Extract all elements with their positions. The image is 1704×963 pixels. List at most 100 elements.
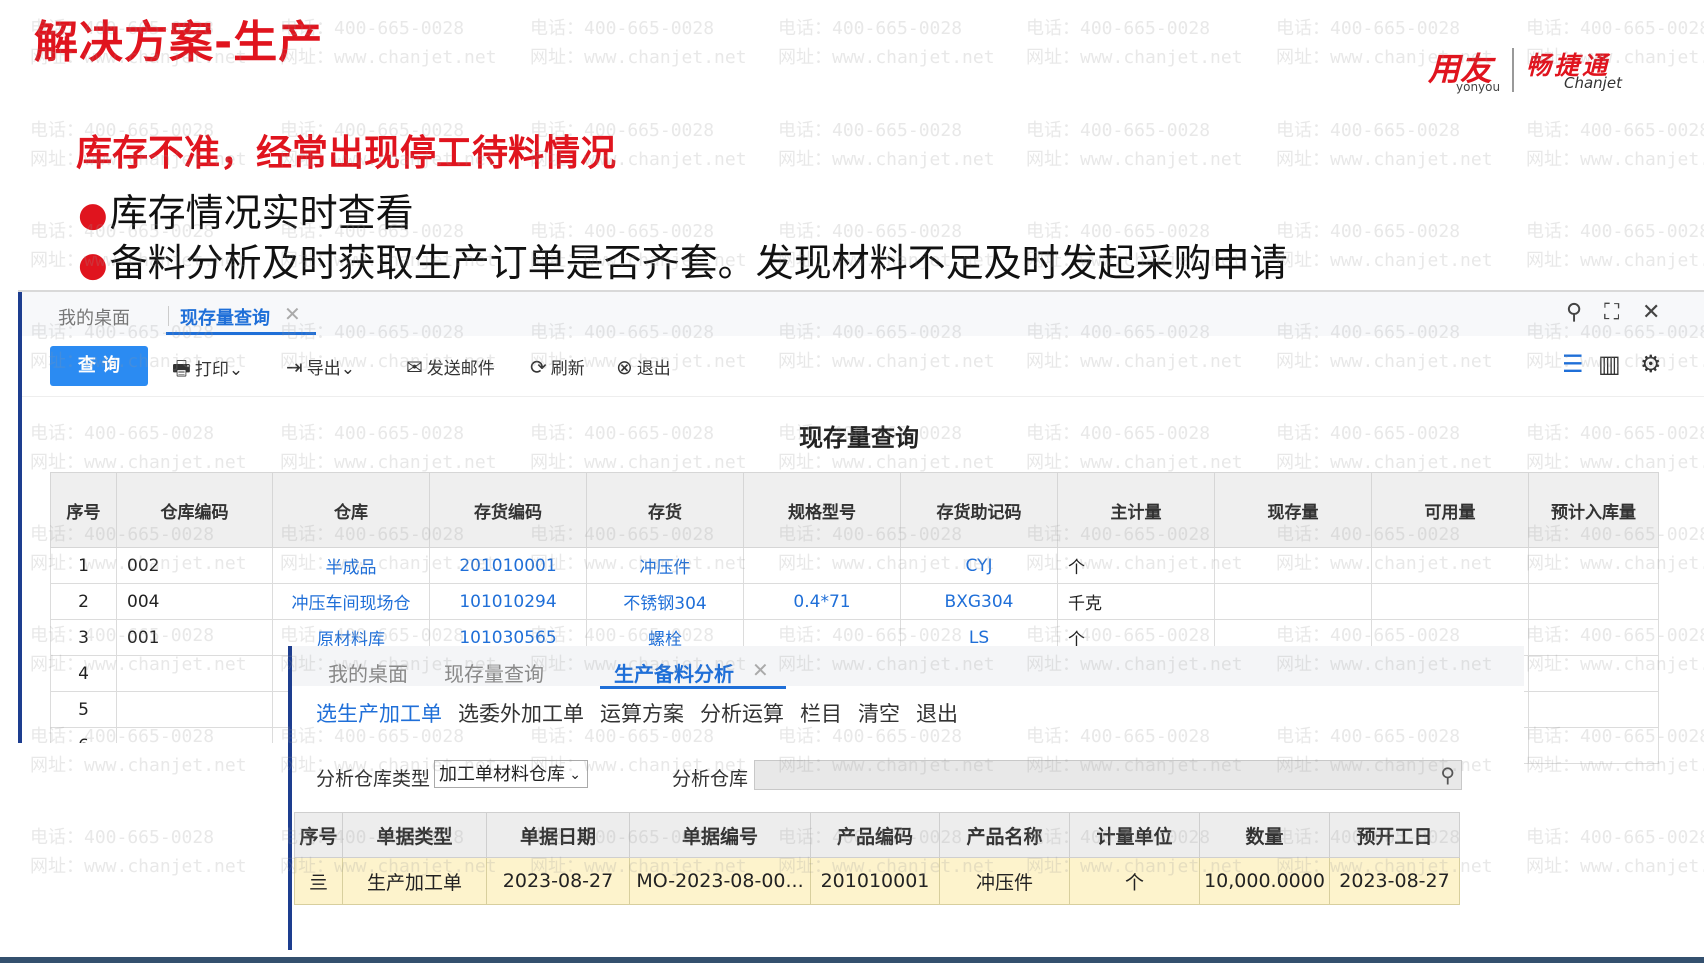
tab-close-icon[interactable]: ✕ xyxy=(284,302,301,326)
tab-desktop[interactable]: 我的桌面 xyxy=(328,658,408,687)
clear-menu[interactable]: 清空 xyxy=(858,702,900,726)
analysis-run-menu[interactable]: 分析运算 xyxy=(700,702,784,726)
bullet-dot-icon: ● xyxy=(78,195,108,235)
cell-doc-type: 生产加工单 xyxy=(342,857,487,905)
column-header[interactable]: 计量单位 xyxy=(1069,812,1200,858)
watermark-text: 电话：400-665-0028网址：www.chanjet.net xyxy=(778,120,995,170)
table-row[interactable]: 1 002 半成品 201010001 冲压件 CYJ 个 xyxy=(50,547,1659,584)
cell-item-link[interactable]: 不锈钢304 xyxy=(586,583,744,620)
table-header-row: 序号 仓库编码 仓库 存货编码 存货 规格型号 存货助记码 主计量 现存量 可用… xyxy=(50,472,1659,548)
export-label: 导出 xyxy=(306,359,341,379)
tab-bar: 我的桌面 现存量查询 生产备料分析 ✕ xyxy=(292,646,1524,689)
select-production-order-menu[interactable]: 选生产加工单 xyxy=(316,702,442,726)
column-header[interactable]: 单据编号 xyxy=(629,812,811,858)
cell-warehouse-code xyxy=(116,691,273,728)
watermark-text: 电话：400-665-0028网址：www.chanjet.net xyxy=(1526,221,1704,271)
columns-menu[interactable]: 栏目 xyxy=(800,702,842,726)
bullet-text: 库存情况实时查看 xyxy=(109,191,414,235)
chevron-down-icon: ⌄ xyxy=(340,359,356,379)
tab-material-analysis[interactable]: 生产备料分析 xyxy=(614,658,734,687)
window-crop-mask xyxy=(0,743,288,957)
tab-inventory-query[interactable]: 现存量查询 xyxy=(444,658,544,687)
send-email-button[interactable]: ✉ 发送邮件 xyxy=(406,354,495,379)
column-header[interactable]: 序号 xyxy=(50,472,117,548)
cell-index: 1 xyxy=(50,547,117,584)
tab-desktop[interactable]: 我的桌面 xyxy=(58,304,130,330)
watermark-text: 电话：400-665-0028网址：www.chanjet.net xyxy=(778,18,995,68)
column-header[interactable]: 存货编码 xyxy=(429,472,587,548)
column-header[interactable]: 预计入库量 xyxy=(1528,472,1659,548)
cell-item-code-link[interactable]: 201010001 xyxy=(429,547,587,584)
column-header[interactable]: 数量 xyxy=(1199,812,1330,858)
tab-close-icon[interactable]: ✕ xyxy=(752,658,769,682)
chevron-down-icon: ⌄ xyxy=(569,767,581,783)
column-header[interactable]: 存货 xyxy=(586,472,744,548)
active-tab-indicator xyxy=(600,686,786,689)
cell-spec xyxy=(743,547,901,584)
warehouse-input[interactable]: ⚲ xyxy=(754,760,1462,790)
column-header[interactable]: 现存量 xyxy=(1214,472,1372,548)
cell-available xyxy=(1371,547,1529,584)
export-button[interactable]: ⇥ 导出⌄ xyxy=(286,354,355,379)
logo-divider xyxy=(1512,48,1514,92)
settings-icon[interactable]: ⚙ xyxy=(1640,350,1662,378)
cell-doc-number: MO-2023-08-00... xyxy=(629,857,811,905)
column-header[interactable]: 仓库 xyxy=(272,472,430,548)
column-header[interactable]: 单据日期 xyxy=(486,812,630,858)
list-view-icon[interactable]: ☰ xyxy=(1562,350,1584,378)
cell-warehouse-code: 001 xyxy=(116,619,273,656)
warehouse-type-select[interactable]: 加工单材料仓库 ⌄ xyxy=(434,760,588,788)
column-header[interactable]: 规格型号 xyxy=(743,472,901,548)
cell-product-code: 201010001 xyxy=(810,857,940,905)
query-button[interactable]: 查 询 xyxy=(50,346,148,386)
logo-brand-en: yonyou xyxy=(1456,80,1501,94)
bullet-dot-icon: ● xyxy=(78,245,108,285)
printer-icon: 🖶 xyxy=(172,356,191,380)
column-header[interactable]: 存货助记码 xyxy=(900,472,1058,548)
cell-index: 5 xyxy=(50,691,117,728)
cell-item-link[interactable]: 冲压件 xyxy=(586,547,744,584)
column-header[interactable]: 预开工日 xyxy=(1329,812,1460,858)
column-header[interactable]: 序号 xyxy=(294,812,343,858)
watermark-text: 电话：400-665-0028网址：www.chanjet.net xyxy=(1026,18,1243,68)
cell-unit: 千克 xyxy=(1057,583,1215,620)
production-material-analysis-window: 我的桌面 现存量查询 生产备料分析 ✕ 选生产加工单 选委外加工单 运算方案 分析运算… xyxy=(288,646,1524,950)
table-row[interactable]: 2 004 冲压车间现场仓 101010294 不锈钢304 0.4*71 BX… xyxy=(50,583,1659,620)
select-outsourcing-order-menu[interactable]: 选委外加工单 xyxy=(458,702,584,726)
window-accent-bar xyxy=(288,646,292,950)
exit-menu[interactable]: 退出 xyxy=(916,702,958,726)
column-header[interactable]: 产品名称 xyxy=(939,812,1070,858)
cell-mnemonic: BXG304 xyxy=(900,583,1058,620)
table-row[interactable]: 亖 生产加工单 2023-08-27 MO-2023-08-00... 2010… xyxy=(294,857,1460,905)
cell-warehouse-code: 002 xyxy=(116,547,273,584)
print-button[interactable]: 🖶 打印⌄ xyxy=(172,354,243,388)
chart-view-icon[interactable]: ▥ xyxy=(1598,350,1621,378)
watermark-text: 电话：400-665-0028网址：www.chanjet.net xyxy=(1276,221,1493,271)
action-menu: 选生产加工单 选委外加工单 运算方案 分析运算 栏目 清空 退出 xyxy=(316,698,974,728)
column-header[interactable]: 产品编码 xyxy=(810,812,940,858)
cell-index: 4 xyxy=(50,655,117,692)
mail-icon: ✉ xyxy=(406,355,423,379)
search-icon[interactable]: ⚲ xyxy=(1440,763,1455,787)
cell-item-code-link[interactable]: 101010294 xyxy=(429,583,587,620)
report-title: 现存量查询 xyxy=(799,424,919,452)
column-header[interactable]: 仓库编码 xyxy=(116,472,273,548)
close-icon[interactable]: ✕ xyxy=(1642,300,1660,325)
cell-warehouse-link[interactable]: 冲压车间现场仓 xyxy=(272,583,430,620)
tab-inventory-query[interactable]: 现存量查询 xyxy=(180,304,270,330)
bullet-item: ●库存情况实时查看 xyxy=(78,182,414,237)
calculation-plan-menu[interactable]: 运算方案 xyxy=(600,702,684,726)
yonyou-chanjet-logo: 用友 yonyou 畅捷通 Chanjet xyxy=(1428,42,1638,98)
column-header[interactable]: 可用量 xyxy=(1371,472,1529,548)
column-header[interactable]: 单据类型 xyxy=(342,812,487,858)
warehouse-type-value: 加工单材料仓库 xyxy=(439,764,565,785)
search-icon[interactable]: ⚲ xyxy=(1566,300,1582,325)
cell-warehouse-link[interactable]: 半成品 xyxy=(272,547,430,584)
refresh-button[interactable]: ⟳ 刷新 xyxy=(530,354,585,379)
cell-expected-in xyxy=(1528,583,1659,620)
fullscreen-icon[interactable]: ⛶ xyxy=(1604,300,1619,325)
row-marker-icon[interactable]: 亖 xyxy=(294,857,343,905)
exit-button[interactable]: ⊗ 退出 xyxy=(616,354,671,379)
cell-index: 3 xyxy=(50,619,117,656)
column-header[interactable]: 主计量 xyxy=(1057,472,1215,548)
